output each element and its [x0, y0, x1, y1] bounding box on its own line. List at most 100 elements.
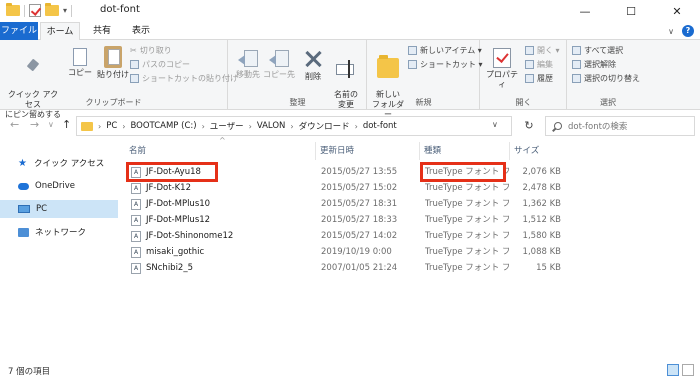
select-group-label: 選択 [600, 98, 616, 107]
invert-selection-button[interactable]: 選択の切り替え [572, 73, 640, 84]
cut-button[interactable]: ✂ 切り取り [130, 45, 172, 56]
easy-access-button[interactable]: ショートカット ▾ [408, 59, 483, 70]
file-name: JF-Dot-MPlus12 [146, 215, 211, 225]
ribbon: クイック アクセス にピン留めする コピー 貼り付け ✂ 切り取り パスのコピー… [0, 40, 700, 119]
search-icon [554, 122, 562, 130]
cloud-icon [18, 182, 29, 190]
file-type: TrueType フォント フ... [425, 231, 509, 241]
open-button[interactable]: 開く ▾ [525, 45, 560, 56]
move-to-button[interactable]: 移動先 [233, 48, 263, 80]
highlight-box-name [126, 162, 218, 182]
pin-quick-access-button[interactable]: クイック アクセス にピン留めする [4, 48, 62, 120]
search-input[interactable]: dot-fontの検索 [545, 116, 695, 136]
new-folder-icon [377, 55, 399, 78]
column-header-date[interactable]: 更新日時 [315, 142, 419, 160]
table-row[interactable]: A JF-Dot-MPlus12 2015/05/27 18:33 TrueTyp… [125, 212, 565, 228]
history-button[interactable]: 履歴 [525, 73, 553, 84]
item-count: 7 個の項目 [8, 367, 51, 377]
nav-item-pc[interactable]: PC [0, 200, 118, 218]
file-size: 2,076 KB [522, 167, 561, 177]
tab-share[interactable]: 共有 [85, 22, 119, 40]
expand-ribbon-icon[interactable]: ∨ [668, 27, 674, 36]
recent-locations-button[interactable]: ∨ [48, 120, 54, 129]
file-size: 1,580 KB [522, 231, 561, 241]
tab-view[interactable]: 表示 [124, 22, 158, 40]
help-icon[interactable]: ? [682, 25, 694, 37]
table-row[interactable]: A JF-Dot-Shinonome12 2015/05/27 14:02 Tru… [125, 228, 565, 244]
tab-home[interactable]: ホーム [40, 22, 80, 41]
move-to-icon [238, 48, 258, 68]
table-row[interactable]: Amisaki_gothic 2019/10/19 0:00 TrueType … [125, 244, 565, 260]
address-dropdown-icon[interactable]: ∨ [492, 120, 498, 129]
breadcrumb-current[interactable]: dot-font [363, 121, 397, 131]
breadcrumb-user[interactable]: VALON [257, 121, 286, 131]
forward-button[interactable]: → [30, 118, 39, 131]
breadcrumb-users[interactable]: ユーザー [210, 120, 244, 132]
column-header-name[interactable]: 名前 [125, 142, 315, 160]
details-view-icon[interactable] [667, 364, 679, 376]
copy-path-button[interactable]: パスのコピー [130, 59, 190, 70]
delete-button[interactable]: 削除 [299, 48, 327, 82]
invert-selection-icon [572, 74, 581, 83]
open-icon [525, 46, 534, 55]
paste-button[interactable]: 貼り付け [96, 46, 130, 80]
new-folder-icon[interactable] [45, 3, 59, 16]
copy-button[interactable]: コピー [66, 48, 94, 78]
file-date: 2015/05/27 18:31 [321, 199, 398, 209]
file-size: 2,478 KB [522, 183, 561, 193]
nav-item-onedrive[interactable]: OneDrive [0, 177, 118, 195]
maximize-button[interactable]: ☐ [608, 0, 654, 22]
refresh-button[interactable]: ↻ [520, 116, 538, 136]
history-icon [525, 74, 534, 83]
font-file-icon: A [131, 262, 141, 274]
file-date: 2015/05/27 18:33 [321, 215, 398, 225]
new-item-button[interactable]: 新しいアイテム ▾ [408, 45, 482, 56]
address-bar[interactable]: › PC › BOOTCAMP (C:) › ユーザー › VALON › ダウ… [76, 116, 512, 136]
nav-item-label: OneDrive [35, 181, 75, 191]
properties-button[interactable]: プロパティ [483, 48, 521, 90]
easy-access-label: ショートカット ▾ [420, 60, 483, 69]
close-button[interactable]: ✕ [654, 0, 700, 22]
nav-item-quick-access[interactable]: ★ クイック アクセス [0, 154, 118, 172]
font-file-icon: A [131, 182, 141, 194]
table-row[interactable]: A SNchibi2_5 2007/01/05 21:24 TrueType フォ… [125, 260, 565, 276]
nav-item-network[interactable]: ネットワーク [0, 223, 118, 241]
open-group: プロパティ 開く ▾ 編集 履歴 開く [481, 40, 567, 110]
properties-check-icon[interactable] [29, 4, 41, 17]
select-all-button[interactable]: すべて選択 [572, 45, 623, 56]
column-header-size[interactable]: サイズ [509, 142, 565, 160]
tab-file[interactable]: ファイル [0, 22, 38, 40]
window-title: dot-font [100, 4, 140, 15]
large-icons-view-icon[interactable] [682, 364, 694, 376]
breadcrumb-pc[interactable]: PC [106, 121, 117, 131]
back-button[interactable]: ← [10, 118, 19, 131]
file-list: ^ 名前 更新日時 種類 サイズ A JF-Dot-Ayu18 2015/05/2… [125, 136, 700, 362]
paste-shortcut-button[interactable]: ショートカットの貼り付け [130, 73, 238, 84]
table-row[interactable]: A JF-Dot-MPlus10 2015/05/27 18:31 TrueTyp… [125, 196, 565, 212]
breadcrumb-downloads[interactable]: ダウンロード [299, 120, 350, 132]
up-button[interactable]: ↑ [62, 118, 71, 131]
edit-label: 編集 [537, 60, 553, 69]
new-folder-button[interactable]: 新しい フォルダー [370, 48, 406, 120]
customize-toolbar-dropdown-icon[interactable]: ▾ [63, 6, 67, 15]
nav-item-label: ネットワーク [35, 228, 87, 238]
file-name: misaki_gothic [146, 247, 205, 257]
table-row[interactable]: A JF-Dot-K12 2015/05/27 15:02 TrueType フォ… [125, 180, 565, 196]
divider [71, 4, 73, 17]
navigation-pane: ★ クイック アクセス OneDrive PC ネットワーク [0, 142, 118, 362]
open-group-label: 開く [515, 98, 532, 107]
column-header-type[interactable]: 種類 [419, 142, 509, 160]
edit-button[interactable]: 編集 [525, 59, 553, 70]
new-item-label: 新しいアイテム ▾ [420, 46, 482, 55]
computer-icon [18, 205, 30, 213]
copy-to-button[interactable]: コピー先 [263, 48, 295, 80]
history-label: 履歴 [537, 74, 553, 83]
breadcrumb-drive[interactable]: BOOTCAMP (C:) [130, 121, 196, 131]
pin-icon [25, 58, 41, 78]
file-date: 2007/01/05 21:24 [321, 263, 398, 273]
select-none-button[interactable]: 選択解除 [572, 59, 616, 70]
paste-shortcut-label: ショートカットの貼り付け [142, 74, 238, 83]
font-file-icon: A [131, 246, 141, 258]
star-icon: ★ [18, 157, 27, 169]
minimize-button[interactable]: — [562, 0, 608, 22]
